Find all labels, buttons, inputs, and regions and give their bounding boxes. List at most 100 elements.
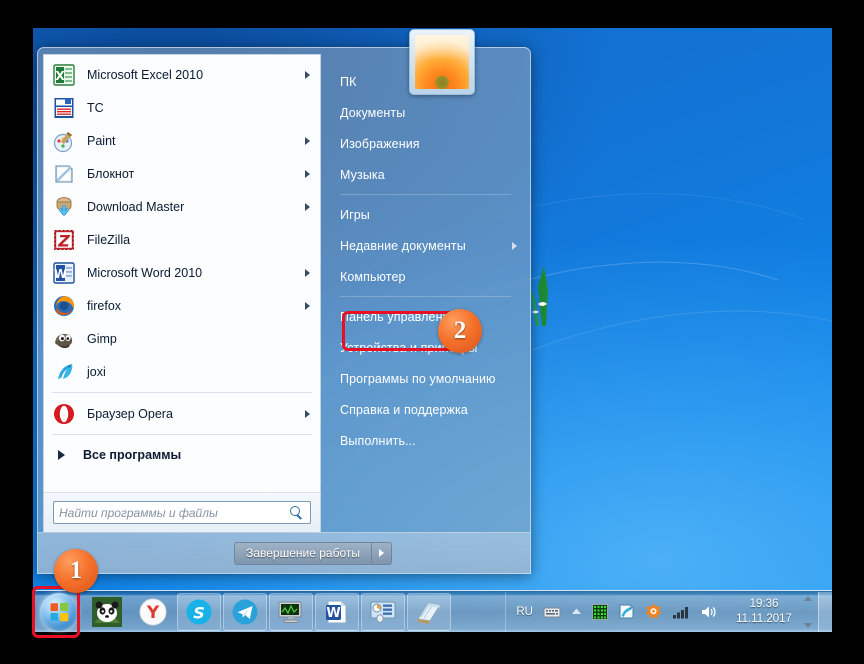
word-icon: W [52,261,76,285]
user-avatar[interactable] [409,29,475,95]
app-tray-icon[interactable] [618,603,635,620]
program-item-gimp[interactable]: Gimp [44,322,320,355]
right-menu-label: Панель управления [340,309,457,324]
chevron-right-icon [379,549,384,557]
shutdown-button[interactable]: Завершение работы [234,541,372,565]
clock-time: 19:36 [749,597,779,610]
right-menu-separator [340,194,511,195]
right-menu-item-help-support[interactable]: Справка и поддержка [325,394,525,425]
program-item-joxi[interactable]: joxi [44,355,320,388]
taskbar-item-wordpad[interactable] [407,592,451,631]
show-desktop-button[interactable] [818,591,832,632]
word-icon: W [326,600,347,623]
right-menu-label: Выполнить... [340,433,416,448]
language-indicator[interactable]: RU [516,606,533,618]
program-item-word[interactable]: W Microsoft Word 2010 [44,256,320,289]
svg-text:Z: Z [57,231,70,250]
right-menu-item-games[interactable]: Игры [325,199,525,230]
submenu-arrow-icon [305,136,310,145]
right-menu-item-computer[interactable]: Компьютер [325,261,525,292]
program-item-excel[interactable]: X Microsoft Excel 2010 [44,58,320,91]
right-menu-item-control-panel[interactable]: Панель управления [325,301,525,332]
annotation-badge-1: 1 [54,549,98,593]
right-menu-label: Музыка [340,167,385,182]
download-master-icon [52,195,76,219]
excel-icon: X [52,63,76,87]
shutdown-options-button[interactable] [372,541,392,565]
program-item-label: Paint [87,133,116,148]
program-item-label: Gimp [87,331,117,346]
start-menu-right-panel: ПК Документы Изображения Музыка Игры Нед… [325,54,525,532]
right-menu-label: Игры [340,207,370,222]
skype-glyph: S [193,603,205,622]
paint-icon [52,129,76,153]
joxi-icon [52,360,76,384]
annotation-badge-number: 1 [69,557,83,584]
chevron-right-icon [58,450,65,460]
taskbar[interactable]: Y S W RU 19:36 11.11.2017 [33,590,832,632]
clock[interactable]: 19:36 11.11.2017 [727,597,801,627]
taskbar-item-word[interactable]: W [315,592,359,631]
shutdown-group: Завершение работы [234,541,392,565]
taskbar-item-skype[interactable]: S [177,592,221,631]
program-item-tc[interactable]: TC [44,91,320,124]
program-item-download-master[interactable]: Download Master [44,190,320,223]
skype-icon: S [186,599,212,624]
all-programs-label: Все программы [83,448,182,462]
volume-speaker-icon[interactable] [700,604,718,620]
start-menu-footer: Завершение работы [38,532,530,573]
program-item-notepad[interactable]: Блокнот [44,157,320,190]
right-menu-item-recent-documents[interactable]: Недавние документы [325,230,525,261]
word-glyph: W [326,606,340,621]
tray-scroll-arrows[interactable] [801,593,814,631]
scroll-down-icon [803,622,812,628]
taskbar-item-panda[interactable] [85,593,129,631]
program-item-filezilla[interactable]: Z FileZilla [44,223,320,256]
right-menu-label: Документы [340,105,406,120]
submenu-arrow-icon [305,301,310,310]
taskbar-items: Y S W [85,592,505,632]
right-menu-item-music[interactable]: Музыка [325,159,525,190]
program-item-label: Download Master [87,199,185,214]
right-menu-item-documents[interactable]: Документы [325,97,525,128]
submenu-arrow-icon [305,70,310,79]
panda-icon [92,596,122,627]
taskbar-item-yandex[interactable]: Y [131,593,175,631]
wordpad-icon [417,601,441,624]
annotation-badge-number: 2 [453,317,467,344]
annotation-badge-2: 2 [438,309,482,353]
search-area: Найти программы и файлы [44,492,320,532]
right-menu-label: Устройства и принтеры [340,340,478,355]
user-avatar-flower-icon [415,35,469,89]
control-panel-icon [370,601,396,623]
program-item-opera[interactable]: Браузер Opera [44,397,320,430]
search-icon [290,506,303,519]
search-input[interactable]: Найти программы и файлы [53,501,311,524]
svg-text:X: X [55,69,65,83]
monitor-icon [278,601,302,623]
keyboard-layout-icon[interactable] [543,605,561,618]
notepad-icon [52,162,76,186]
firefox-icon [52,294,76,318]
network-signal-icon[interactable] [672,605,690,619]
right-menu-item-run[interactable]: Выполнить... [325,425,525,456]
shutdown-label: Завершение работы [246,546,360,560]
program-item-label: joxi [87,364,106,379]
avast-icon[interactable] [645,603,662,620]
program-item-firefox[interactable]: firefox [44,289,320,322]
show-hidden-icons-arrow[interactable] [571,607,582,616]
network-grid-icon[interactable] [592,603,608,620]
program-item-paint[interactable]: Paint [44,124,320,157]
right-menu-item-pictures[interactable]: Изображения [325,128,525,159]
svg-text:W: W [54,267,67,281]
taskbar-item-system-monitor[interactable] [269,592,313,631]
right-menu-item-devices-printers[interactable]: Устройства и принтеры [325,332,525,363]
right-menu-label: Справка и поддержка [340,402,468,417]
taskbar-item-control-panel[interactable] [361,592,405,631]
right-menu-item-default-programs[interactable]: Программы по умолчанию [325,363,525,394]
submenu-arrow-icon [305,202,310,211]
start-button[interactable] [33,592,85,632]
all-programs-button[interactable]: Все программы [44,439,320,471]
submenu-arrow-icon [305,409,310,418]
taskbar-item-telegram[interactable] [223,592,267,631]
